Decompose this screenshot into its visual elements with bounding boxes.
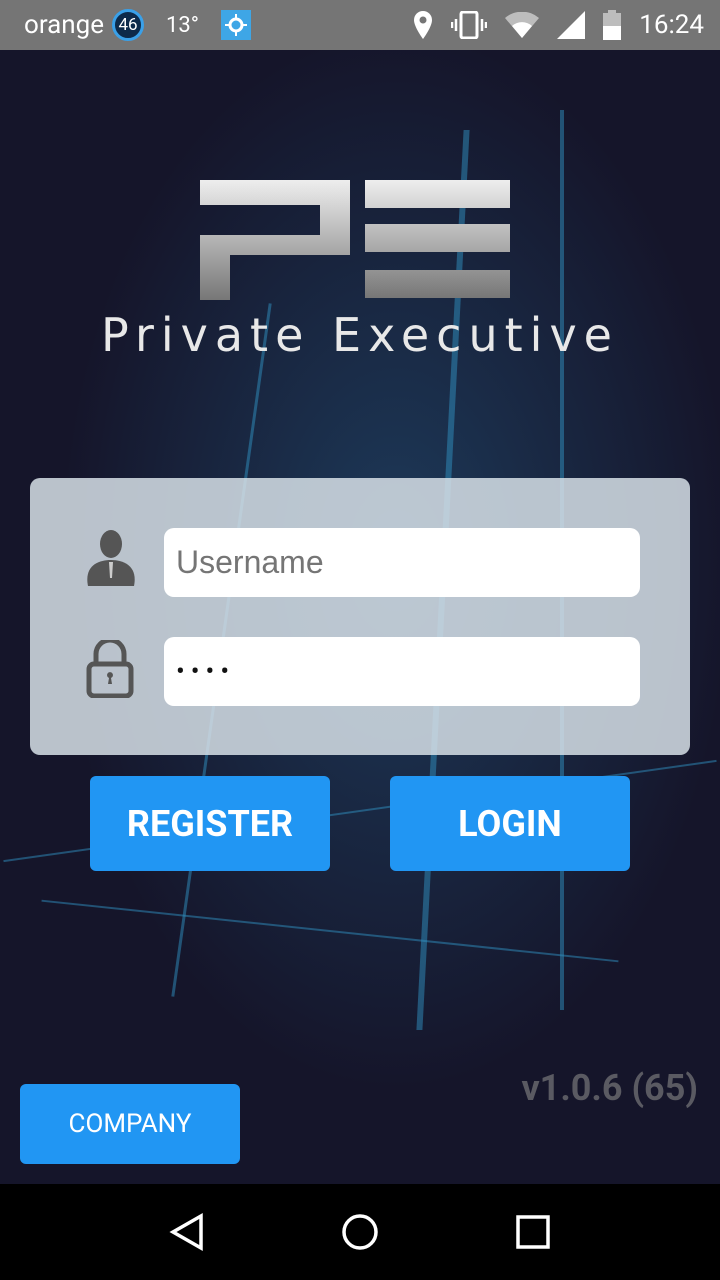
version-label: v1.0.6 (65) [521, 1067, 698, 1109]
password-input[interactable]: •••• [164, 637, 640, 706]
status-bar: orange 46 13° 16:24 [0, 0, 720, 50]
home-icon[interactable] [340, 1212, 380, 1252]
navigation-bar [0, 1184, 720, 1280]
username-input[interactable] [164, 528, 640, 597]
logo-mark [0, 180, 720, 304]
company-button[interactable]: COMPANY [20, 1084, 240, 1164]
battery-icon [603, 10, 622, 40]
carrier-label: orange [24, 10, 105, 40]
register-button[interactable]: REGISTER [90, 776, 330, 871]
signal-icon [557, 11, 586, 39]
notification-badge: 46 [112, 9, 145, 41]
vibrate-icon [451, 11, 488, 39]
logo-text: Private Executive [101, 308, 619, 362]
clock: 16:24 [639, 10, 704, 40]
login-button[interactable]: LOGIN [390, 776, 630, 871]
login-screen: Private Executive •••• REGISTER LOGIN CO… [0, 50, 720, 1184]
recents-icon[interactable] [513, 1212, 553, 1252]
location-icon [414, 11, 433, 39]
wifi-icon [505, 12, 540, 38]
gps-icon [220, 10, 251, 40]
lock-icon [86, 640, 134, 698]
login-panel: •••• [30, 478, 690, 755]
temperature-label: 13° [166, 12, 199, 38]
back-icon[interactable] [167, 1212, 207, 1252]
user-icon [87, 530, 135, 586]
